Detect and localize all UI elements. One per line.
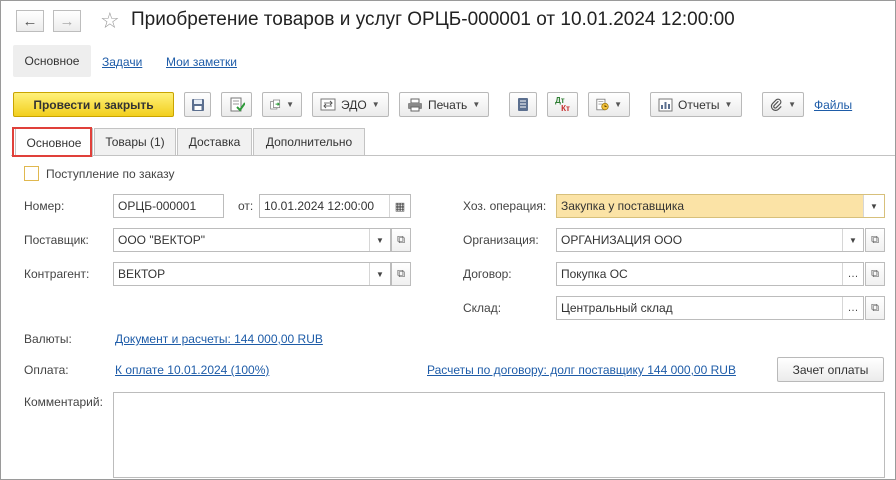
paperclip-icon bbox=[770, 98, 782, 112]
operation-field[interactable]: Закупка у поставщика ▼ bbox=[556, 194, 885, 218]
back-button[interactable]: ← bbox=[16, 10, 44, 32]
open-window-icon: ⧉ bbox=[397, 267, 405, 280]
organization-field[interactable]: ОРГАНИЗАЦИЯ ООО ▼ bbox=[556, 228, 864, 252]
contract-label: Договор: bbox=[463, 267, 512, 281]
by-order-checkbox[interactable] bbox=[24, 166, 39, 181]
nav-tasks-link[interactable]: Задачи bbox=[102, 55, 142, 69]
chevron-down-icon: ▼ bbox=[614, 100, 622, 109]
chevron-down-icon[interactable]: ▼ bbox=[863, 195, 884, 217]
nav-main[interactable]: Основное bbox=[13, 45, 91, 77]
related-documents-button[interactable]: ▼ bbox=[588, 92, 630, 117]
forward-button[interactable]: → bbox=[53, 10, 81, 32]
contract-value: Покупка ОС bbox=[561, 267, 628, 281]
calendar-icon[interactable]: ▦ bbox=[389, 195, 410, 217]
ellipsis-icon[interactable]: … bbox=[842, 297, 863, 319]
payment-label: Оплата: bbox=[24, 363, 69, 377]
warehouse-label: Склад: bbox=[463, 301, 502, 315]
comment-textarea[interactable] bbox=[113, 392, 885, 478]
chevron-down-icon: ▼ bbox=[724, 100, 733, 109]
contract-field[interactable]: Покупка ОС … bbox=[556, 262, 864, 286]
print-button[interactable]: Печать ▼ bbox=[399, 92, 489, 117]
open-window-icon: ⧉ bbox=[871, 233, 879, 246]
open-window-icon: ⧉ bbox=[397, 233, 405, 246]
reports-icon bbox=[658, 98, 673, 111]
open-window-icon: ⧉ bbox=[871, 267, 879, 280]
chevron-down-icon: ▼ bbox=[371, 100, 380, 109]
warehouse-open-button[interactable]: ⧉ bbox=[865, 296, 885, 320]
dt-kt-button[interactable]: Дт Кт bbox=[547, 92, 578, 117]
warehouse-field[interactable]: Центральный склад … bbox=[556, 296, 864, 320]
open-window-icon: ⧉ bbox=[871, 301, 879, 314]
tab-delivery[interactable]: Доставка bbox=[177, 128, 252, 155]
nav-notes-link[interactable]: Мои заметки bbox=[166, 55, 237, 69]
chevron-down-icon[interactable]: ▼ bbox=[369, 229, 390, 251]
reports-label: Отчеты bbox=[678, 97, 720, 112]
print-label: Печать bbox=[428, 97, 468, 112]
post-button[interactable] bbox=[221, 92, 252, 117]
number-label: Номер: bbox=[24, 199, 65, 213]
date-label: от: bbox=[238, 199, 254, 213]
create-based-on-button[interactable]: ▼ bbox=[262, 92, 302, 117]
arrow-right-icon: → bbox=[59, 12, 75, 30]
tab-divider bbox=[11, 155, 895, 156]
reports-button[interactable]: Отчеты ▼ bbox=[650, 92, 742, 117]
counterparty-field[interactable]: ВЕКТОР ▼ bbox=[113, 262, 391, 286]
save-button[interactable] bbox=[184, 92, 211, 117]
favorite-star-icon[interactable]: ☆ bbox=[100, 8, 120, 34]
list-icon bbox=[518, 98, 528, 111]
number-field[interactable]: ОРЦБ-000001 bbox=[113, 194, 224, 218]
currency-label: Валюты: bbox=[24, 332, 72, 346]
edo-exchange-icon bbox=[320, 98, 336, 111]
supplier-label: Поставщик: bbox=[24, 233, 89, 247]
edo-button[interactable]: ЭДО ▼ bbox=[312, 92, 389, 117]
operation-value: Закупка у поставщика bbox=[561, 199, 685, 213]
operation-label: Хоз. операция: bbox=[463, 199, 547, 213]
offset-payment-button[interactable]: Зачет оплаты bbox=[777, 357, 884, 382]
tab-goods[interactable]: Товары (1) bbox=[94, 128, 176, 155]
document-clock-icon bbox=[596, 98, 609, 111]
supplier-open-button[interactable]: ⧉ bbox=[391, 228, 411, 252]
attachments-button[interactable]: ▼ bbox=[762, 92, 804, 117]
document-structure-button[interactable] bbox=[509, 92, 537, 117]
post-and-close-button[interactable]: Провести и закрыть bbox=[13, 92, 174, 117]
chevron-down-icon: ▼ bbox=[472, 100, 481, 109]
post-document-icon bbox=[230, 97, 245, 112]
settlement-link[interactable]: Расчеты по договору: долг поставщику 144… bbox=[427, 363, 736, 377]
tab-additional[interactable]: Дополнительно bbox=[253, 128, 365, 155]
currency-link[interactable]: Документ и расчеты: 144 000,00 RUB bbox=[115, 332, 323, 346]
printer-icon bbox=[408, 98, 422, 111]
chevron-down-icon[interactable]: ▼ bbox=[369, 263, 390, 285]
ellipsis-icon[interactable]: … bbox=[842, 263, 863, 285]
floppy-disk-icon bbox=[191, 98, 204, 111]
organization-value: ОРГАНИЗАЦИЯ ООО bbox=[561, 233, 683, 247]
comment-label: Комментарий: bbox=[24, 395, 103, 409]
page-title: Приобретение товаров и услуг ОРЦБ-000001… bbox=[131, 9, 735, 30]
date-field[interactable]: 10.01.2024 12:00:00 ▦ bbox=[259, 194, 411, 218]
dt-kt-icon: Дт Кт bbox=[555, 96, 570, 113]
organization-label: Организация: bbox=[463, 233, 539, 247]
supplier-value: ООО "ВЕКТОР" bbox=[118, 233, 205, 247]
counterparty-open-button[interactable]: ⧉ bbox=[391, 262, 411, 286]
arrow-left-icon: ← bbox=[22, 12, 38, 30]
counterparty-label: Контрагент: bbox=[24, 267, 90, 281]
counterparty-value: ВЕКТОР bbox=[118, 267, 166, 281]
kt-text: Кт bbox=[561, 103, 570, 113]
date-value: 10.01.2024 12:00:00 bbox=[264, 199, 375, 213]
contract-open-button[interactable]: ⧉ bbox=[865, 262, 885, 286]
organization-open-button[interactable]: ⧉ bbox=[865, 228, 885, 252]
highlight-box bbox=[12, 127, 92, 157]
supplier-field[interactable]: ООО "ВЕКТОР" ▼ bbox=[113, 228, 391, 252]
warehouse-value: Центральный склад bbox=[561, 301, 673, 315]
edo-label: ЭДО bbox=[341, 97, 367, 112]
create-based-on-icon bbox=[270, 99, 281, 110]
chevron-down-icon: ▼ bbox=[286, 100, 294, 109]
document-window: ← → ☆ Приобретение товаров и услуг ОРЦБ-… bbox=[0, 0, 896, 480]
by-order-label: Поступление по заказу bbox=[46, 167, 175, 181]
files-link[interactable]: Файлы bbox=[814, 98, 852, 112]
payment-link[interactable]: К оплате 10.01.2024 (100%) bbox=[115, 363, 269, 377]
chevron-down-icon[interactable]: ▼ bbox=[842, 229, 863, 251]
chevron-down-icon: ▼ bbox=[788, 100, 796, 109]
number-value: ОРЦБ-000001 bbox=[118, 199, 197, 213]
